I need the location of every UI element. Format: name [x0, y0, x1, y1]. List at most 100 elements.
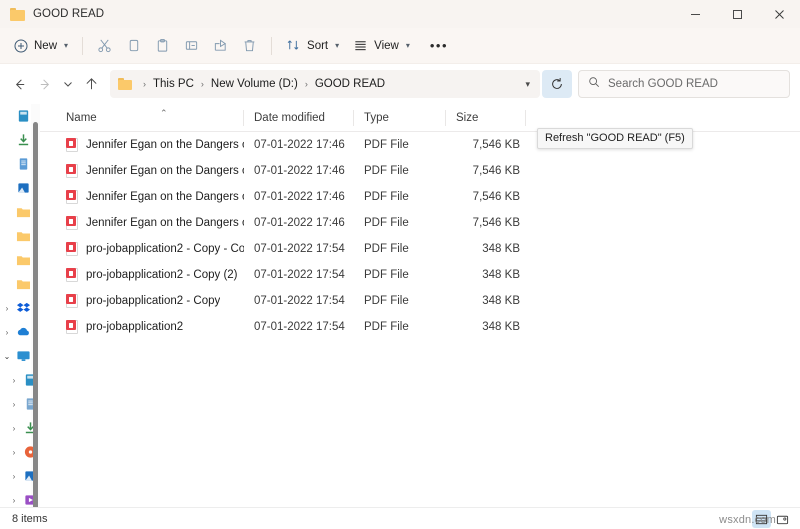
file-rows: Jennifer Egan on the Dangers of Knowing.… [40, 132, 800, 340]
search-input[interactable]: Search GOOD READ [608, 78, 718, 90]
expand-chevron-icon[interactable]: › [7, 448, 21, 457]
search-box[interactable]: Search GOOD READ [578, 70, 790, 98]
recent-locations-button[interactable] [58, 71, 78, 97]
pdf-file-icon [66, 294, 78, 308]
forward-button[interactable] [32, 71, 58, 97]
cell-date-modified: 07-01-2022 17:46 [254, 217, 345, 229]
column-header-type[interactable]: Type [354, 104, 446, 132]
cut-button[interactable] [90, 32, 119, 60]
toolbar-divider-2 [271, 36, 273, 55]
maximize-button[interactable] [716, 0, 758, 28]
watermark-text: wsxdn.com [719, 514, 776, 526]
cell-date-modified: 07-01-2022 17:46 [254, 139, 345, 151]
expand-chevron-icon[interactable]: › [7, 400, 21, 409]
column-header-name-label: Name [66, 111, 97, 124]
back-button[interactable] [6, 71, 32, 97]
chevron-down-icon: ▾ [64, 41, 69, 50]
expand-chevron-icon[interactable]: › [7, 472, 21, 481]
command-bar: New ▾ Sort ▾ View ▾ ••• [0, 28, 800, 64]
search-icon [588, 75, 600, 93]
pdf-file-icon [66, 164, 78, 178]
address-bar: › This PC › New Volume (D:) › GOOD READ … [0, 64, 800, 149]
more-options-button[interactable]: ••• [417, 32, 461, 60]
cell-size: 348 KB [482, 295, 520, 307]
cell-name: Jennifer Egan on the Dangers of Knowing.… [40, 132, 244, 158]
share-button[interactable] [206, 32, 235, 60]
file-name-label: Jennifer Egan on the Dangers of Knowing.… [86, 165, 244, 177]
refresh-button[interactable] [542, 70, 572, 98]
cell-type: PDF File [364, 321, 409, 333]
table-row[interactable]: pro-jobapplication2 - Copy - Copy 07-01-2… [40, 236, 800, 262]
cell-type: PDF File [364, 243, 409, 255]
window-controls [674, 0, 800, 28]
cloud-icon [14, 324, 32, 341]
table-row[interactable]: Jennifer Egan on the Dangers of Knowing.… [40, 184, 800, 210]
table-row[interactable]: pro-jobapplication2 07-01-2022 17:54 PDF F… [40, 314, 800, 340]
cell-size: 348 KB [482, 243, 520, 255]
cell-size: 7,546 KB [472, 217, 520, 229]
title-bar: GOOD READ [0, 0, 800, 28]
view-button[interactable]: View ▾ [346, 32, 417, 60]
cell-date-modified: 07-01-2022 17:46 [254, 165, 345, 177]
copy-button[interactable] [119, 32, 148, 60]
rename-button[interactable] [177, 32, 206, 60]
folder-icon [14, 204, 32, 221]
cell-date-modified: 07-01-2022 17:54 [254, 243, 345, 255]
chevron-down-icon: ▾ [335, 41, 340, 50]
column-header-date-modified[interactable]: Date modified [244, 104, 354, 132]
table-row[interactable]: pro-jobapplication2 - Copy 07-01-2022 17:… [40, 288, 800, 314]
column-header-size-label: Size [456, 111, 479, 124]
scissors-icon [97, 38, 112, 53]
close-button[interactable] [758, 0, 800, 28]
cell-size: 7,546 KB [472, 191, 520, 203]
table-row[interactable]: Jennifer Egan on the Dangers of Knowing.… [40, 210, 800, 236]
chevron-down-icon[interactable]: ▾ [525, 79, 534, 90]
cell-size: 348 KB [482, 269, 520, 281]
breadcrumb-item-good-read[interactable]: GOOD READ [314, 78, 386, 90]
pdf-file-icon [66, 268, 78, 282]
delete-button[interactable] [235, 32, 264, 60]
expand-chevron-icon[interactable]: › [0, 304, 14, 313]
cell-size: 7,546 KB [472, 139, 520, 151]
new-button-label: New [34, 39, 58, 52]
breadcrumb[interactable]: › This PC › New Volume (D:) › GOOD READ … [110, 70, 540, 98]
expand-chevron-icon[interactable]: › [7, 424, 21, 433]
expand-chevron-icon[interactable]: › [7, 376, 21, 385]
drive-icon [14, 108, 32, 125]
minimize-button[interactable] [674, 0, 716, 28]
pdf-file-icon [66, 216, 78, 230]
sort-button[interactable]: Sort ▾ [279, 32, 346, 60]
navigation-pane[interactable]: ››⌄›››››››› [0, 104, 40, 507]
window-title: GOOD READ [33, 8, 105, 20]
navigation-scrollbar-thumb[interactable] [33, 122, 38, 507]
cell-type: PDF File [364, 217, 409, 229]
share-icon [213, 38, 228, 53]
item-count-label: 8 items [12, 512, 48, 525]
breadcrumb-item-this-pc[interactable]: This PC [152, 78, 195, 90]
new-button[interactable]: New ▾ [8, 32, 75, 60]
doc-icon [14, 156, 32, 173]
table-row[interactable]: pro-jobapplication2 - Copy (2) 07-01-2022… [40, 262, 800, 288]
breadcrumb-item-new-volume[interactable]: New Volume (D:) [210, 78, 299, 90]
table-row[interactable]: Jennifer Egan on the Dangers of Knowing.… [40, 158, 800, 184]
toolbar-divider [82, 36, 84, 55]
expand-chevron-icon[interactable]: ⌄ [0, 352, 14, 361]
expand-chevron-icon[interactable]: › [7, 496, 21, 505]
column-header-name[interactable]: Name ⌃ [40, 104, 244, 132]
breadcrumb-separator: › [143, 79, 146, 89]
column-header-size[interactable]: Size [446, 104, 526, 132]
paste-button[interactable] [148, 32, 177, 60]
cell-name: Jennifer Egan on the Dangers of Knowing.… [40, 158, 244, 184]
folder-icon [14, 228, 32, 245]
cell-name: Jennifer Egan on the Dangers of Knowing.… [40, 210, 244, 236]
cell-name: pro-jobapplication2 - Copy - Copy [40, 236, 244, 262]
explorer-body: ››⌄›››››››› Name ⌃ Date modified Type [0, 104, 800, 507]
dropbox-icon [14, 300, 32, 317]
breadcrumb-separator: › [200, 79, 204, 89]
cell-type: PDF File [364, 191, 409, 203]
plus-circle-icon [14, 39, 28, 53]
cell-date-modified: 07-01-2022 17:46 [254, 191, 345, 203]
pdf-file-icon [66, 242, 78, 256]
up-button[interactable] [78, 71, 104, 97]
expand-chevron-icon[interactable]: › [0, 328, 14, 337]
